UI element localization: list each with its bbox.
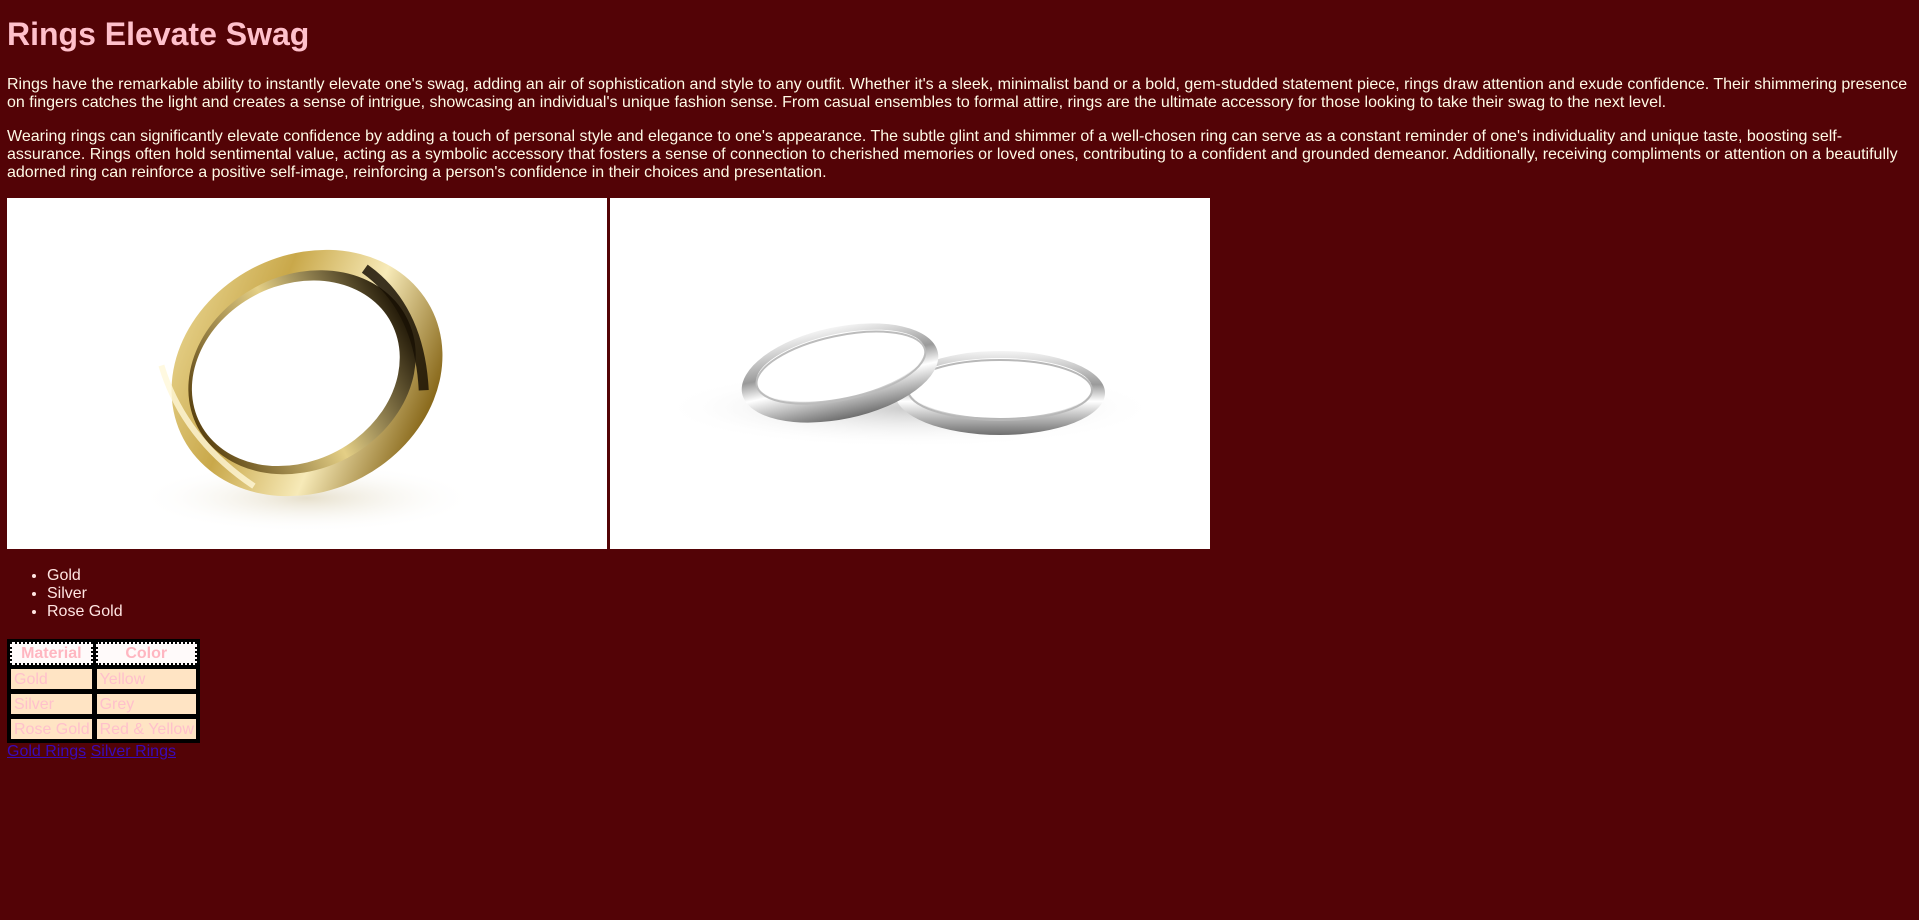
confidence-paragraph: Wearing rings can significantly elevate … (7, 128, 1898, 181)
column-header-color: Color (95, 642, 197, 665)
table-header-row: Material Color (10, 642, 197, 665)
table-cell: Grey (95, 693, 197, 715)
materials-table: Material Color Gold Yellow Silver Grey R… (7, 639, 200, 743)
material-list: Gold Silver Rose Gold (7, 567, 1912, 621)
table-cell: Gold (10, 668, 93, 690)
list-item: Rose Gold (47, 603, 1912, 621)
table-row: Rose Gold Red & Yellow (10, 718, 197, 740)
table-row: Gold Yellow (10, 668, 197, 690)
page-title: Rings Elevate Swag (7, 16, 310, 52)
image-gallery (7, 198, 1912, 549)
column-header-material: Material (10, 642, 93, 665)
silver-rings-link[interactable]: Silver Rings (91, 743, 176, 760)
table-row: Silver Grey (10, 693, 197, 715)
list-item: Silver (47, 585, 1912, 603)
ring-links: Gold Rings Silver Rings (7, 743, 1912, 761)
intro-paragraph: Rings have the remarkable ability to ins… (7, 76, 1908, 111)
gold-rings-link[interactable]: Gold Rings (7, 743, 86, 760)
table-cell: Silver (10, 693, 93, 715)
gold-ring-image (7, 198, 607, 549)
silver-rings-image (610, 198, 1210, 549)
table-cell: Red & Yellow (95, 718, 197, 740)
list-item: Gold (47, 567, 1912, 585)
table-cell: Rose Gold (10, 718, 93, 740)
table-cell: Yellow (95, 668, 197, 690)
